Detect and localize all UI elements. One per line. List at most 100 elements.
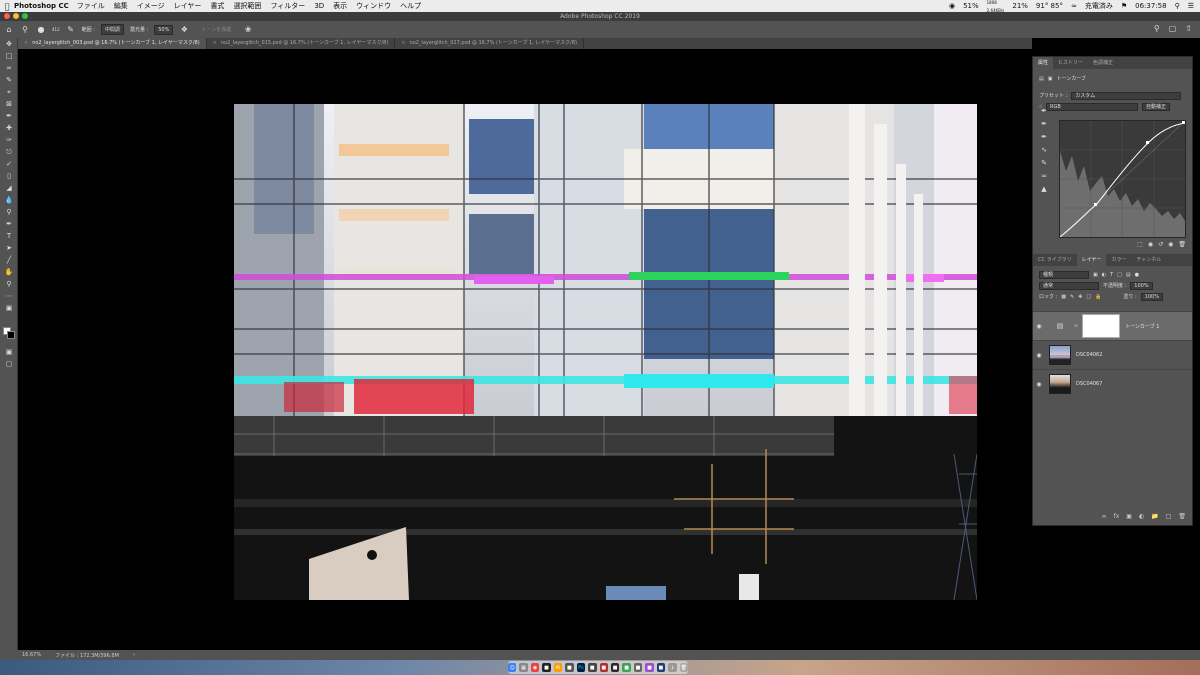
menu-type[interactable]: 書式 (210, 1, 224, 11)
eye-icon[interactable]: ◉ (1033, 352, 1045, 359)
lock-all-icon[interactable]: 🔒 (1095, 294, 1101, 300)
layer-name[interactable]: DSC04067 (1076, 381, 1102, 387)
tab-layers[interactable]: レイヤー (1076, 254, 1107, 266)
lock-transparent-icon[interactable]: ▩ (1061, 294, 1066, 300)
menu-layer[interactable]: レイヤー (174, 1, 202, 11)
range-select[interactable]: 中間調 (100, 24, 124, 35)
clipping-warning-icon[interactable]: ▲ (1037, 185, 1051, 198)
brush-settings-icon[interactable]: ✎ (66, 25, 76, 35)
trash-icon[interactable]: 🗑 (679, 663, 688, 672)
layer-name[interactable]: トーンカーブ 1 (1125, 323, 1159, 330)
pencil-tool-icon[interactable]: ✎ (1037, 159, 1051, 172)
layer-row-curves[interactable]: ◉ ▤ ∞ トーンカーブ 1 (1033, 311, 1192, 340)
close-tab-icon[interactable]: × (213, 40, 217, 46)
default-colors-icon[interactable]: ▣ (0, 302, 18, 314)
app-icon[interactable]: ■ (645, 663, 654, 672)
more-tools-icon[interactable]: ⋯ (0, 290, 18, 302)
menu-file[interactable]: ファイル (77, 1, 105, 11)
photoshop-icon[interactable]: Ps (576, 663, 586, 672)
gray-point-eyedropper-icon[interactable]: ✒ (1037, 120, 1051, 133)
lock-image-icon[interactable]: ✎ (1070, 294, 1074, 300)
layer-mask-thumbnail[interactable] (1082, 314, 1121, 338)
search-icon[interactable]: ⚲ (1175, 2, 1180, 10)
app-icon[interactable]: ■ (610, 663, 620, 672)
tab-adjustments[interactable]: 色調補正 (1088, 57, 1118, 69)
opacity-input[interactable]: 100% (1130, 281, 1153, 290)
brush-tool-icon[interactable]: ✑ (0, 134, 18, 146)
new-adjustment-icon[interactable]: ◐ (1139, 513, 1144, 520)
new-layer-icon[interactable]: □ (1166, 513, 1172, 520)
reset-icon[interactable]: ↺ (1158, 241, 1163, 252)
zoom-level[interactable]: 16.67% (22, 652, 41, 658)
layer-row-dsc04062[interactable]: ◉ DSC04062 (1033, 340, 1192, 369)
lock-position-icon[interactable]: ✥ (1078, 294, 1082, 300)
dodge-tool-preset-icon[interactable]: ⚲ (20, 25, 30, 35)
menu-3d[interactable]: 3D (314, 2, 324, 10)
fill-input[interactable]: 100% (1140, 292, 1163, 301)
gradient-tool-icon[interactable]: ◢ (0, 182, 18, 194)
eye-icon[interactable]: ◉ (1033, 381, 1045, 388)
filter-type-icon[interactable]: T (1110, 272, 1113, 278)
menu-help[interactable]: ヘルプ (400, 1, 421, 11)
hand-tool-icon[interactable]: ✋ (0, 266, 18, 278)
close-tab-icon[interactable]: × (401, 40, 405, 46)
temperature[interactable]: 91° 85° (1036, 2, 1063, 10)
curves-graph[interactable] (1059, 120, 1186, 238)
auto-button[interactable]: 自動補正 (1142, 102, 1171, 111)
document-canvas[interactable] (234, 104, 977, 600)
doc-tab-2[interactable]: × no2_layerglitch_015.psd @ 16.7% (トーンカーブ… (207, 38, 396, 49)
eraser-tool-icon[interactable]: ▯ (0, 170, 18, 182)
menu-view[interactable]: 表示 (333, 1, 347, 11)
delete-layer-icon[interactable]: 🗑 (1178, 513, 1186, 520)
file-info[interactable]: ファイル : 172.3M/396.8M (55, 652, 119, 659)
search-icon[interactable]: ⚲ (1154, 24, 1160, 33)
background-color-swatch[interactable] (7, 331, 15, 339)
doc-tab-1[interactable]: × no2_layerglitch_003.psd @ 16.7% (トーンカーブ… (18, 38, 207, 49)
clock[interactable]: 06:37:58 (1135, 2, 1166, 10)
doc-tab-3[interactable]: × no2_layerglitch_027.psd @ 16.7% (トーンカーブ… (395, 38, 584, 49)
crop-tool-icon[interactable]: ⌖ (0, 86, 18, 98)
clip-to-layer-icon[interactable]: ⬚ (1137, 241, 1143, 252)
marquee-tool-icon[interactable]: □ (0, 50, 18, 62)
filter-pixel-icon[interactable]: ▣ (1093, 272, 1098, 278)
cpu-usage[interactable]: 21% (1012, 2, 1028, 10)
blur-tool-icon[interactable]: 💧 (0, 194, 18, 206)
blend-mode-select[interactable]: 通常 (1039, 281, 1099, 290)
curve-point-tool-icon[interactable]: ∿ (1037, 146, 1051, 159)
clone-stamp-tool-icon[interactable]: ⎋ (0, 146, 18, 158)
zoom-tool-icon[interactable]: ⚲ (0, 278, 18, 290)
screen-mode-icon[interactable]: ▢ (0, 358, 18, 370)
smooth-curve-icon[interactable]: ≈ (1037, 172, 1051, 185)
menu-image[interactable]: イメージ (137, 1, 165, 11)
add-mask-icon[interactable]: ▣ (1126, 513, 1132, 520)
healing-brush-tool-icon[interactable]: ✚ (0, 122, 18, 134)
filter-toggle-icon[interactable]: ● (1135, 272, 1139, 278)
delete-icon[interactable]: 🗑 (1178, 241, 1186, 252)
app-icon[interactable]: ■ (622, 663, 631, 672)
quick-mask-icon[interactable]: ▣ (0, 346, 18, 358)
path-select-tool-icon[interactable]: ➤ (0, 242, 18, 254)
close-tab-icon[interactable]: × (24, 40, 28, 46)
eyedropper-tool-icon[interactable]: ✒ (0, 110, 18, 122)
launchpad-icon[interactable]: ▦ (519, 663, 528, 672)
eye-icon[interactable]: ◉ (1033, 323, 1045, 330)
airbrush-icon[interactable]: ❖ (179, 25, 189, 35)
history-brush-tool-icon[interactable]: ✓ (0, 158, 18, 170)
app-icon[interactable]: ■ (542, 663, 551, 672)
charging-status[interactable]: 充電済み (1085, 1, 1113, 11)
app-icon[interactable]: ■ (633, 663, 643, 672)
tab-color[interactable]: カラー (1106, 254, 1131, 266)
filter-shape-icon[interactable]: □ (1117, 272, 1122, 278)
wifi-icon[interactable]: ≈ (1071, 2, 1077, 10)
channel-select[interactable]: RGB (1046, 102, 1139, 111)
filter-smart-icon[interactable]: ▤ (1126, 272, 1131, 278)
adobe-cc-icon[interactable]: ◉ (949, 2, 955, 10)
menu-select[interactable]: 選択範囲 (233, 1, 261, 11)
pressure-icon[interactable]: ❀ (243, 25, 253, 35)
chain-link-icon[interactable]: ∞ (1074, 323, 1078, 329)
battery-percent[interactable]: 51% (963, 2, 979, 10)
protect-tones-checkbox[interactable]: トーンを保護 (195, 24, 238, 35)
flag-icon[interactable]: ⚑ (1121, 2, 1127, 10)
app-icon[interactable]: ■ (588, 663, 597, 672)
layer-filter-select[interactable]: 種類 (1039, 270, 1089, 279)
